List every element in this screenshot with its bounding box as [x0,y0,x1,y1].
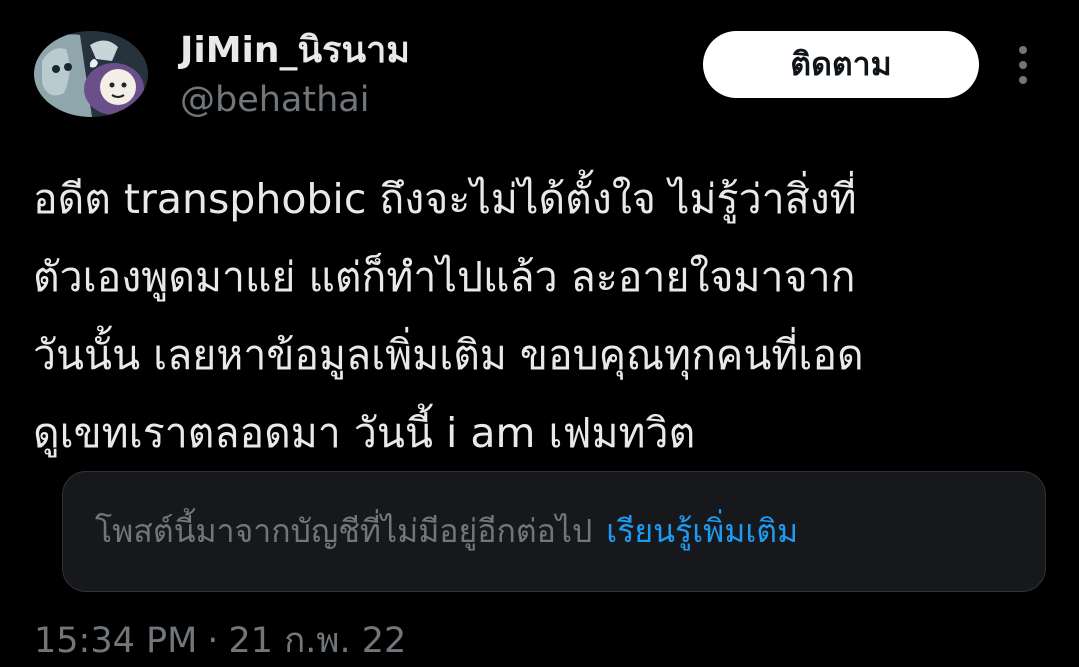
tweet-text-line: ตัวเองพูดมาแย่ แต่ก็ทำไปแล้ว ละอายใจมาจา… [33,253,856,301]
avatar[interactable] [34,31,148,117]
tweet-text-line: ดูเขทเราตลอดมา วันนี้ i am เฟมทวิต [33,409,696,457]
more-dot [1019,61,1027,69]
notice-text: โพสต์นี้มาจากบัญชีที่ไม่มีอยู่อีกต่อไป [95,512,593,550]
more-vertical-icon[interactable] [1010,42,1036,88]
meta-separator: · [207,621,219,661]
tweet-time: 15:34 PM [34,621,198,661]
author-handle[interactable]: @behathai [180,80,369,120]
tweet-timestamp[interactable]: 15:34 PM · 21 ก.พ. 22 [34,620,406,662]
unavailable-post-notice: โพสต์นี้มาจากบัญชีที่ไม่มีอยู่อีกต่อไป เ… [62,471,1046,592]
tweet-text: อดีต transphobic ถึงจะไม่ได้ตั้งใจ ไม่รู… [33,160,1053,472]
learn-more-link[interactable]: เรียนรู้เพิ่มเติม [606,506,798,557]
author-display-name[interactable]: JiMin_นิรนาม [180,31,410,71]
follow-button[interactable]: ติดตาม [703,31,979,98]
tweet-date: 21 ก.พ. 22 [228,621,407,661]
more-dot [1019,76,1027,84]
tweet-text-line: วันนั้น เลยหาข้อมูลเพิ่มเติม ขอบคุณทุกคน… [33,331,864,379]
more-dot [1019,46,1027,54]
tweet-text-line: อดีต transphobic ถึงจะไม่ได้ตั้งใจ ไม่รู… [33,175,857,223]
